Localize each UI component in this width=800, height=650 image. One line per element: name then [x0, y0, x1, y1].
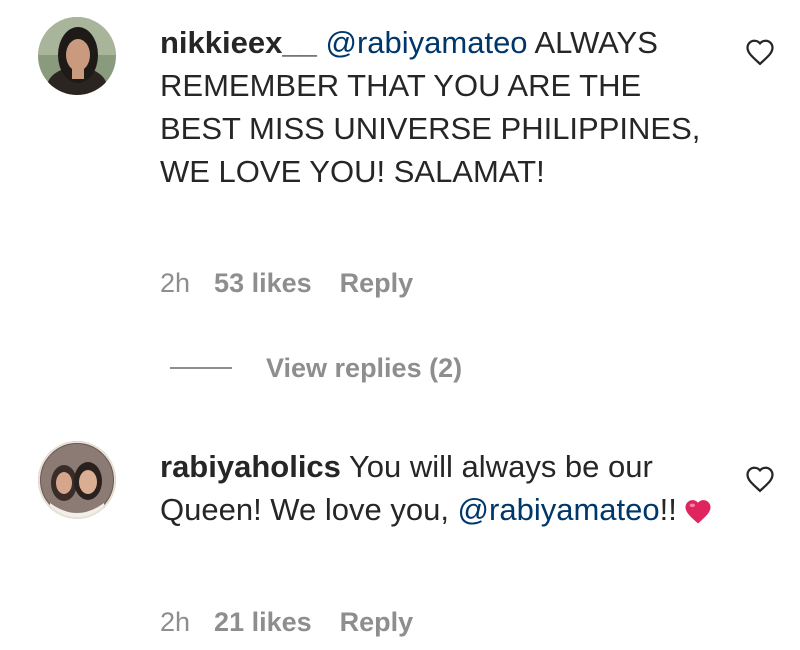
avatar[interactable] — [38, 17, 116, 95]
comment-meta: 2h 53 likes Reply — [160, 268, 413, 299]
heart-outline-icon[interactable] — [745, 465, 775, 493]
comment-message-end: !! — [659, 492, 677, 527]
heart-outline-icon[interactable] — [745, 38, 775, 66]
comment-time: 2h — [160, 268, 191, 298]
comment-username[interactable]: nikkieex__ — [160, 25, 317, 60]
reply-button[interactable]: Reply — [340, 607, 414, 637]
mention-link[interactable]: @rabiyamateo — [458, 492, 660, 527]
avatar[interactable] — [38, 441, 116, 519]
comment-time: 2h — [160, 607, 191, 637]
red-heart-emoji-icon — [685, 500, 711, 524]
reply-button[interactable]: Reply — [340, 268, 414, 298]
comment-username[interactable]: rabiyaholics — [160, 449, 341, 484]
view-replies-row[interactable]: View replies (2) — [170, 350, 462, 386]
comment-text: rabiyaholics You will always be our Quee… — [160, 445, 720, 531]
divider-line — [170, 367, 232, 369]
comment-meta: 2h 21 likes Reply — [160, 607, 413, 638]
likes-count[interactable]: 53 likes — [214, 268, 312, 298]
likes-count[interactable]: 21 likes — [214, 607, 312, 637]
view-replies-button[interactable]: View replies (2) — [266, 353, 462, 384]
comment-text: nikkieex__ @rabiyamateo ALWAYS REMEMBER … — [160, 21, 720, 193]
mention-link[interactable]: @rabiyamateo — [325, 25, 527, 60]
